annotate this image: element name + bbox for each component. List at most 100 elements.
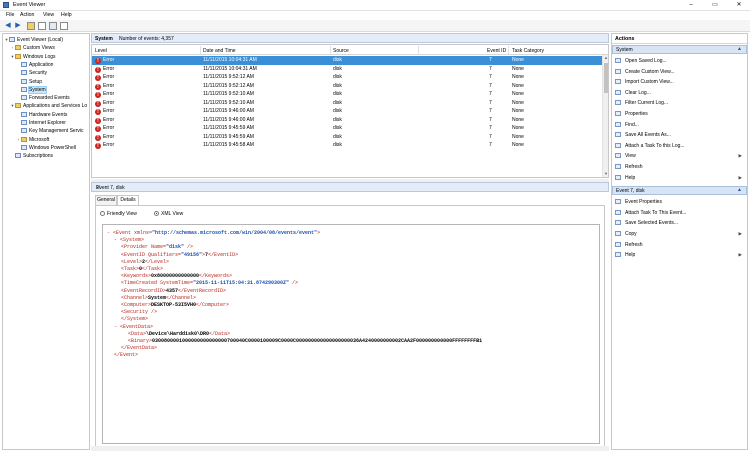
scroll-down-icon[interactable]: ▼ [603, 171, 608, 177]
action-copy[interactable]: Copy ▶ [615, 230, 745, 238]
xml-view-radio[interactable]: XML View [154, 211, 183, 217]
action-icon [615, 231, 621, 236]
collapse-caret-icon[interactable]: ▲ [737, 187, 742, 193]
tree-item-label: Custom Views [23, 45, 55, 52]
action-properties[interactable]: Properties [615, 110, 745, 118]
radio-friendly-dot[interactable] [100, 211, 105, 216]
menu-action[interactable]: Action [20, 12, 34, 18]
action-event-properties[interactable]: Event Properties [615, 198, 745, 206]
collapse-caret-icon[interactable]: ▲ [737, 46, 742, 52]
event-task-category: None [512, 125, 524, 131]
tab-general[interactable]: General [95, 195, 117, 205]
tree-item-label: Event Viewer (Local) [17, 37, 64, 43]
event-row[interactable]: ! Error 11/11/2015 10:04:31 AM disk 7 None [92, 56, 608, 65]
tree-item-applications-and-services-lo[interactable]: ▾ Applications and Services Lo [10, 102, 87, 110]
tree-item-application[interactable]: Application [16, 61, 53, 69]
back-arrow-icon[interactable]: ◀ [4, 22, 12, 30]
tree-item-windows-logs[interactable]: ▾ Windows Logs [10, 53, 56, 61]
action-open-saved-log[interactable]: Open Saved Log... [615, 57, 745, 65]
menu-file[interactable]: File [6, 12, 14, 18]
tree-item-label: Applications and Services Lo [23, 103, 88, 110]
tree-item-custom-views[interactable]: › Custom Views [10, 44, 55, 52]
event-row[interactable]: ! Error 11/11/2015 9:52:12 AM disk 7 None [92, 82, 608, 91]
event-row[interactable]: ! Error 11/11/2015 9:52:10 AM disk 7 None [92, 90, 608, 99]
action-filter-current-log[interactable]: Filter Current Log... [615, 99, 745, 107]
bottom-scrollbar[interactable] [91, 446, 609, 451]
folder-icon[interactable] [27, 22, 35, 30]
event-task-category: None [512, 91, 524, 97]
event-row[interactable]: ! Error 11/11/2015 9:45:59 AM disk 7 None [92, 124, 608, 133]
event-row[interactable]: ! Error 11/11/2015 9:46:00 AM disk 7 None [92, 116, 608, 125]
xml-tag: </Channel> [166, 294, 197, 301]
tree-item-label: Application [29, 61, 54, 68]
event-row[interactable]: ! Error 11/11/2015 9:46:00 AM disk 7 None [92, 107, 608, 116]
console-icon[interactable] [60, 22, 68, 30]
event-row[interactable]: ! Error 11/11/2015 9:52:12 AM disk 7 None [92, 73, 608, 82]
action-help[interactable]: Help ▶ [615, 251, 745, 259]
action-icon [615, 153, 621, 159]
tree-item-system[interactable]: System [16, 85, 47, 94]
action-help[interactable]: Help ▶ [615, 174, 745, 182]
menu-view[interactable]: View [43, 12, 54, 18]
action-clear-log[interactable]: Clear Log... [615, 89, 745, 97]
event-row[interactable]: ! Error 11/11/2015 10:04:31 AM disk 7 None [92, 65, 608, 74]
grid-scrollbar[interactable]: ▲ ▼ [602, 55, 608, 177]
action-view[interactable]: View ▶ [615, 152, 745, 160]
tree-item-internet-explorer[interactable]: Internet Explorer [16, 119, 66, 127]
detail-close-icon[interactable]: ✕ [96, 184, 604, 191]
friendly-view-radio[interactable]: Friendly View [100, 211, 137, 217]
action-label: Create Custom View... [625, 68, 675, 75]
column-level[interactable]: Level [95, 48, 107, 54]
error-icon: ! [95, 75, 101, 81]
scroll-thumb[interactable] [604, 63, 608, 93]
tree-item-event-viewer-local-[interactable]: ▾ Event Viewer (Local) [4, 36, 63, 44]
maximize-button[interactable]: ▭ [706, 1, 724, 9]
tree-item-forwarded-events[interactable]: Forwarded Events [16, 94, 70, 102]
event-log-icon [21, 70, 27, 76]
event-row[interactable]: ! Error 11/11/2015 9:45:59 AM disk 7 None [92, 133, 608, 142]
minimize-button[interactable]: – [682, 1, 700, 9]
tree-item-security[interactable]: Security [16, 69, 47, 77]
action-save-selected-events[interactable]: Save Selected Events... [615, 219, 745, 227]
event-date-time: 11/11/2015 9:52:12 AM [203, 82, 254, 89]
close-button[interactable]: ✕ [730, 1, 748, 9]
event-count: Number of events: 4,357 [119, 36, 174, 42]
tree-item-setup[interactable]: Setup [16, 78, 42, 86]
action-create-custom-view[interactable]: Create Custom View... [615, 68, 745, 76]
actions-section-header[interactable]: Event 7, disk ▲ [612, 186, 747, 196]
column-event-id[interactable]: Event ID [487, 48, 506, 54]
event-row[interactable]: ! Error 11/11/2015 9:52:10 AM disk 7 None [92, 99, 608, 108]
tree-item-microsoft[interactable]: › Microsoft [16, 136, 49, 144]
scroll-up-icon[interactable]: ▲ [603, 55, 608, 61]
xml-tag: <Computer> [121, 302, 152, 308]
tree-item-hardware-events[interactable]: Hardware Events [16, 111, 67, 119]
column-source[interactable]: Source [333, 48, 349, 54]
xml-view-content[interactable]: - <Event xmlns="http://schemas.microsoft… [102, 224, 600, 444]
properties-icon[interactable] [38, 22, 46, 30]
action-attach-a-task-to-this-log[interactable]: Attach a Task To this Log... [615, 142, 745, 150]
column-date-time[interactable]: Date and Time [203, 48, 236, 54]
action-refresh[interactable]: Refresh [615, 241, 745, 249]
action-refresh[interactable]: Refresh [615, 163, 745, 171]
action-attach-task-to-this-event[interactable]: Attach Task To This Event... [615, 209, 745, 217]
action-icon [615, 174, 621, 180]
action-import-custom-view[interactable]: Import Custom View... [615, 78, 745, 86]
radio-xml-dot[interactable] [154, 211, 159, 216]
forward-arrow-icon[interactable]: ▶ [14, 22, 22, 30]
help-icon[interactable] [49, 22, 57, 30]
tree-item-windows-powershell[interactable]: Windows PowerShell [16, 144, 76, 152]
action-label: Filter Current Log... [625, 100, 669, 107]
tree-item-key-management-servic[interactable]: Key Management Servic [16, 127, 83, 135]
xml-tag: <EventData> [120, 323, 154, 330]
actions-section-header[interactable]: System ▲ [612, 45, 747, 54]
xml-line: <Keywords>0x80000000000000</Keywords> [121, 273, 232, 280]
menu-help[interactable]: Help [61, 12, 72, 18]
event-row[interactable]: ! Error 11/11/2015 9:45:58 AM disk 7 None [92, 141, 608, 150]
tree-item-subscriptions[interactable]: Subscriptions [10, 152, 53, 160]
xml-line: - <Event xmlns="http://schemas.microsoft… [107, 230, 320, 237]
navigation-tree: ▾ Event Viewer (Local) › Custom Views ▾ Windo… [2, 33, 90, 450]
column-task-category[interactable]: Task Category [512, 48, 544, 54]
action-icon [615, 68, 621, 74]
action-find[interactable]: Find... [615, 121, 745, 129]
action-save-all-events-as[interactable]: Save All Events As... [615, 131, 745, 139]
